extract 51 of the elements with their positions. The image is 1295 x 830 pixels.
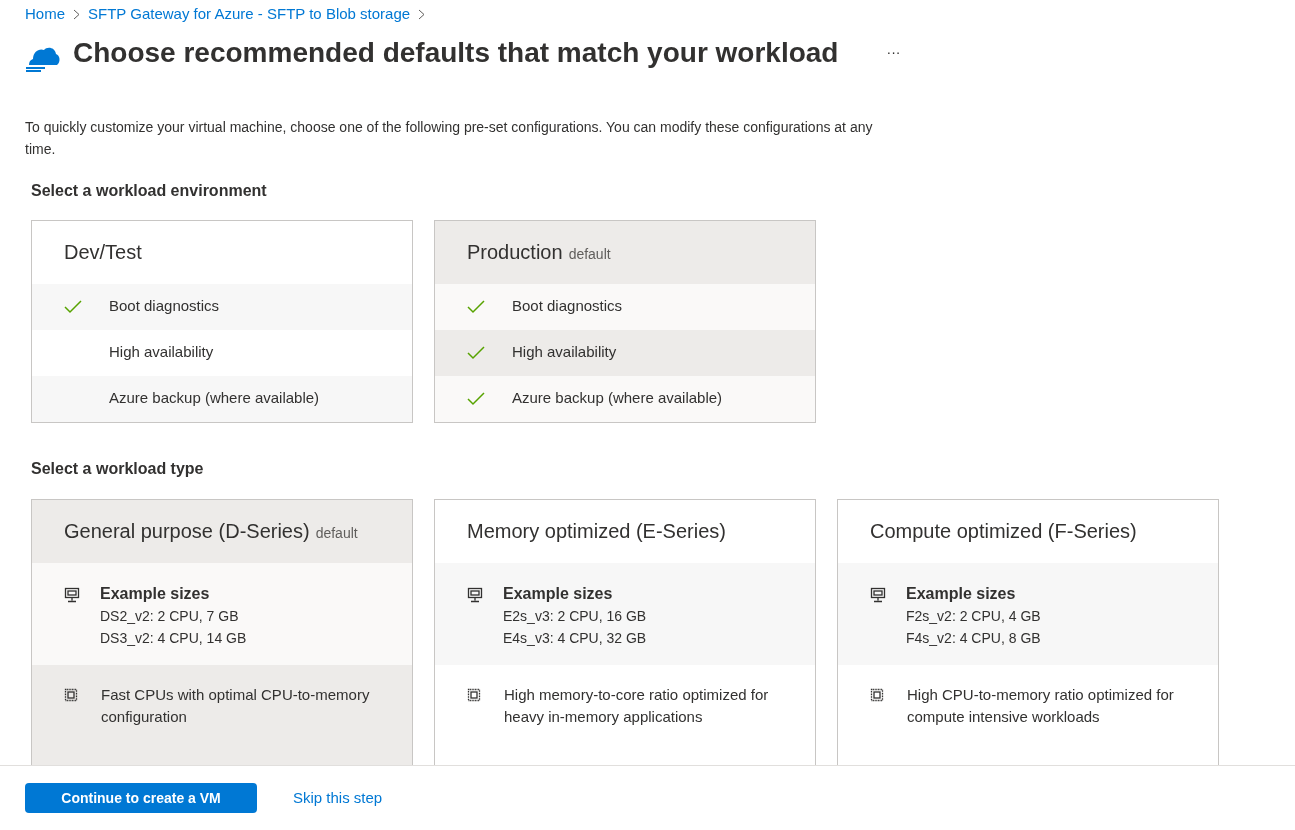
chevron-right-icon [73, 8, 80, 20]
feature-label: Azure backup (where available) [109, 388, 320, 409]
description-text: Fast CPUs with optimal CPU-to-memory configuration [101, 684, 371, 727]
section-heading: Select a workload environment [31, 180, 268, 201]
workload-card[interactable]: Compute optimized (F-Series) Example sizes F2s_v2: 2 CPU, 4 GB F4s_v2: 4 CPU, 8 GB High CPU-to-memory ratio optimized for compute intensive workloads [837, 498, 1219, 765]
breadcrumb-link[interactable]: Home [25, 3, 65, 26]
default-label: default [568, 244, 611, 264]
size-text: DS2_v2: 2 CPU, 7 GB [100, 606, 240, 626]
description-text: High CPU-to-memory ratio optimized for compute intensive workloads [907, 684, 1175, 727]
card-title: Dev/Test [64, 240, 142, 265]
monitor-icon [64, 586, 80, 603]
workload-card[interactable]: General purpose (D-Series) default Example sizes DS2_v2: 2 CPU, 7 GB DS3_v2: 4 CPU, 14 GB Fast CPUs with optimal CPU-to-memory configuration [31, 498, 413, 765]
checkmark-icon [467, 299, 485, 314]
sizes-title: Example sizes [503, 583, 614, 604]
monitor-icon [870, 586, 886, 603]
continue-button[interactable]: Continue to create a VM [25, 783, 257, 813]
environment-card[interactable]: Dev/Test Boot diagnostics High availability Azure backup (where available) [31, 219, 413, 423]
feature-label: Boot diagnostics [512, 296, 623, 317]
intro-text: To quickly customize your virtual machine, choose one of the following pre-set configurations. You can modify these configurations at any time. [25, 117, 874, 159]
default-label: default [315, 523, 358, 543]
skip-link[interactable]: Skip this step [293, 786, 383, 810]
card-title: Compute optimized (F-Series) [870, 519, 1137, 544]
size-text: DS3_v2: 4 CPU, 14 GB [100, 628, 247, 648]
size-text: F2s_v2: 2 CPU, 4 GB [906, 606, 1041, 626]
checkmark-icon [467, 345, 485, 360]
feature-label: High availability [109, 342, 214, 363]
feature-label: High availability [512, 342, 617, 363]
monitor-icon [467, 586, 483, 603]
size-text: F4s_v2: 4 CPU, 8 GB [906, 628, 1041, 648]
chip-icon [467, 687, 481, 702]
breadcrumb-link[interactable]: SFTP Gateway for Azure - SFTP to Blob storage [88, 3, 411, 26]
size-text: E2s_v3: 2 CPU, 16 GB [503, 606, 647, 626]
card-title: General purpose (D-Series) [64, 519, 310, 544]
feature-label: Boot diagnostics [109, 296, 220, 317]
chevron-right-icon [418, 8, 426, 20]
description-text: High memory-to-core ratio optimized for heavy in-memory applications [504, 684, 770, 727]
section-heading: Select a workload type [31, 458, 205, 479]
more-button[interactable]: ··· [882, 42, 905, 63]
workload-card[interactable]: Memory optimized (E-Series) Example sizes E2s_v3: 2 CPU, 16 GB E4s_v3: 4 CPU, 32 GB High memory-to-core ratio optimized for heavy in-memory applications [434, 498, 816, 765]
chip-icon [64, 687, 78, 702]
feature-label: Azure backup (where available) [512, 388, 723, 409]
size-text: E4s_v3: 4 CPU, 32 GB [503, 628, 647, 648]
sizes-title: Example sizes [906, 583, 1017, 604]
checkmark-icon [467, 391, 485, 406]
environment-card[interactable]: Production default Boot diagnostics High availability Azure backup (where available) [434, 219, 816, 423]
card-title: Production [467, 240, 563, 265]
page-title: Choose recommended defaults that match your workload [73, 35, 839, 70]
card-title: Memory optimized (E-Series) [467, 519, 726, 544]
checkmark-icon [64, 299, 82, 314]
sizes-title: Example sizes [100, 583, 211, 604]
chip-icon [870, 687, 884, 702]
